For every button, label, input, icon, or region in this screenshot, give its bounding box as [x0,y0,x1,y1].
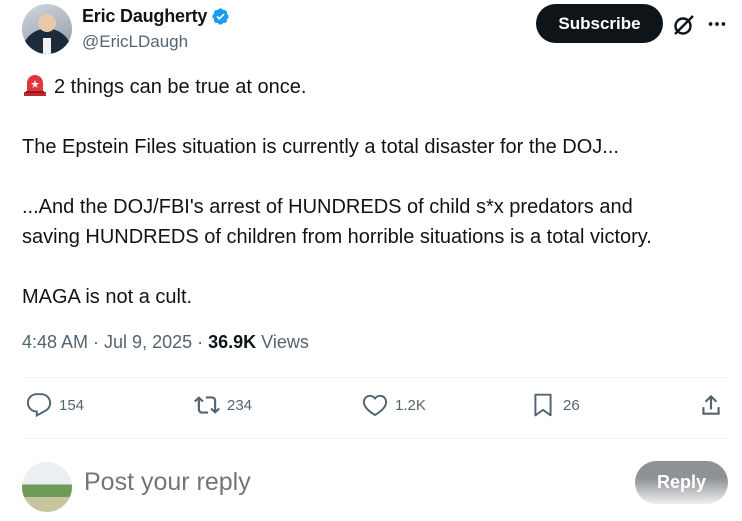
grok-icon[interactable] [672,13,696,37]
bottom-fade-overlay [590,478,742,521]
post-line-2: The Epstein Files situation is currently… [22,136,619,158]
post-time[interactable]: 4:48 AM [22,332,88,352]
post-line-3a: ...And the DOJ/FBI's arrest of HUNDREDS … [22,196,633,218]
post-line-3b: saving HUNDREDS of children from horribl… [22,226,652,248]
post-line-1: 2 things can be true at once. [54,76,307,98]
divider [22,377,730,378]
repost-count: 234 [227,396,253,414]
bookmark-count: 26 [563,396,580,414]
like-action[interactable]: 1.2K [362,392,426,418]
author-name[interactable]: Eric Daugherty [82,6,207,27]
post-header: Eric Daugherty @EricLDaugh Subscribe [22,4,734,54]
bookmark-icon [534,393,552,417]
views-count: 36.9K [208,332,257,352]
heart-icon [362,394,388,417]
reply-input[interactable] [84,468,484,497]
reply-icon [26,393,52,418]
post-meta: 4:48 AM · Jul 9, 2025 · 36.9K Views [22,332,309,353]
author-handle[interactable]: @EricLDaugh [82,32,188,52]
share-icon [702,394,720,415]
author-avatar[interactable] [22,4,72,54]
subscribe-button[interactable]: Subscribe [536,4,663,43]
meta-separator: · [88,332,105,352]
post-line: 2 things can be true at once. [22,72,722,102]
action-bar: 154 234 1.2K 26 [22,392,730,426]
divider [22,438,730,439]
more-icon[interactable] [706,13,728,35]
post-line-4: MAGA is not a cult. [22,286,193,308]
reply-count: 154 [59,396,85,414]
views-label: Views [256,332,309,352]
rotating-light-emoji-icon [24,75,46,96]
post-date[interactable]: Jul 9, 2025 [104,332,192,352]
reply-action[interactable]: 154 [26,392,84,418]
verified-badge-icon [212,8,229,25]
user-avatar[interactable] [22,462,72,512]
bookmark-action[interactable]: 26 [530,392,580,418]
repost-icon [194,396,220,414]
meta-separator: · [192,332,209,352]
share-action[interactable] [698,392,724,418]
like-count: 1.2K [395,396,426,414]
repost-action[interactable]: 234 [194,392,252,418]
author-name-row: Eric Daugherty [82,6,230,27]
post-text: 2 things can be true at once. The Epstei… [22,72,722,312]
